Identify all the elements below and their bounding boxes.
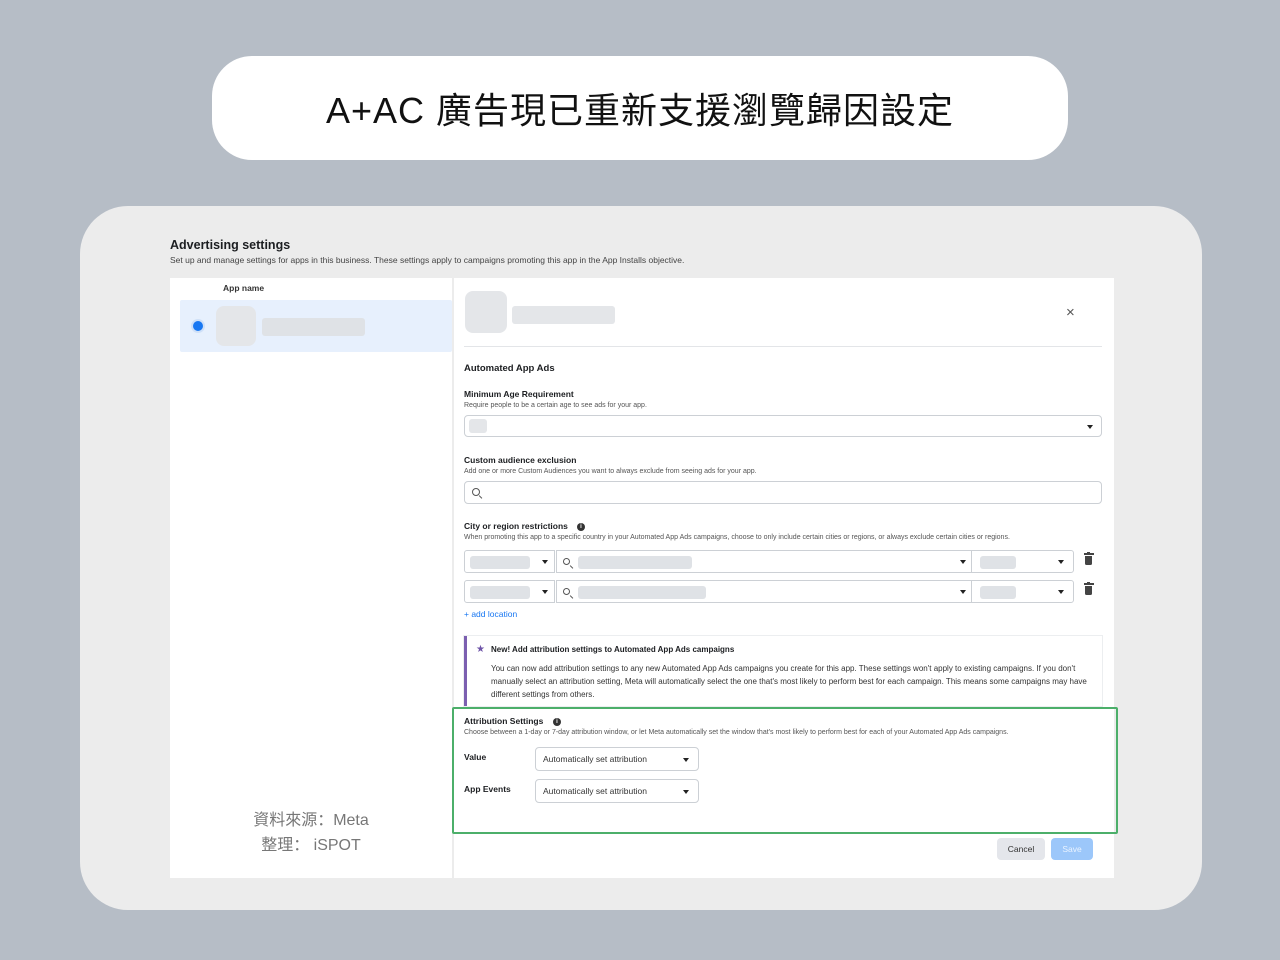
- min-age-value-placeholder: [469, 419, 487, 433]
- advertising-settings-page: Advertising settings Set up and manage s…: [170, 236, 1114, 878]
- app-events-attribution-dropdown[interactable]: Automatically set attribution: [535, 779, 699, 803]
- chevron-down-icon: [542, 560, 548, 564]
- trash-icon[interactable]: [1083, 551, 1094, 565]
- location-row: [464, 580, 1094, 603]
- value-label: Value: [464, 752, 487, 762]
- app-name-placeholder: [262, 318, 365, 336]
- chevron-down-icon: [960, 590, 966, 594]
- app-events-label: App Events: [464, 784, 511, 794]
- app-settings-panel: × Automated App Ads Minimum Age Requirem…: [454, 278, 1114, 878]
- add-location-link[interactable]: + add location: [464, 609, 517, 619]
- country-select[interactable]: [464, 550, 555, 573]
- notice-body: You can now add attribution settings to …: [491, 664, 1087, 699]
- chevron-down-icon: [960, 560, 966, 564]
- app-icon-placeholder: [216, 306, 256, 346]
- country-value-placeholder: [470, 556, 530, 569]
- mode-value-placeholder: [980, 556, 1016, 569]
- header-divider: [464, 346, 1102, 347]
- chevron-down-icon: [1058, 590, 1064, 594]
- trash-icon[interactable]: [1083, 581, 1094, 595]
- app-list-panel: App name 資料來源：Meta 整理： iSPOT: [170, 278, 452, 878]
- city-value-placeholder: [578, 586, 706, 599]
- min-age-select[interactable]: [464, 415, 1102, 437]
- save-button[interactable]: Save: [1051, 838, 1093, 860]
- custom-audience-description: Add one or more Custom Audiences you wan…: [464, 468, 757, 475]
- search-icon: [472, 488, 480, 496]
- app-events-attribution-selected: Automatically set attribution: [543, 786, 647, 796]
- custom-audience-label: Custom audience exclusion: [464, 455, 577, 465]
- banner-title: A+AC 廣告現已重新支援瀏覽歸因設定: [212, 56, 1068, 160]
- min-age-description: Require people to be a certain age to se…: [464, 402, 647, 409]
- mode-value-placeholder: [980, 586, 1016, 599]
- app-radio-selected[interactable]: [193, 321, 203, 331]
- app-header-icon-placeholder: [465, 291, 507, 333]
- value-attribution-selected: Automatically set attribution: [543, 754, 647, 764]
- city-value-placeholder: [578, 556, 692, 569]
- chevron-down-icon: [1087, 425, 1093, 429]
- star-icon: ★: [476, 644, 485, 655]
- page-title: Advertising settings: [170, 238, 291, 252]
- search-icon: [563, 588, 570, 595]
- app-name-column-header: App name: [223, 283, 265, 293]
- page-description: Set up and manage settings for apps in t…: [170, 255, 685, 265]
- search-icon: [563, 558, 570, 565]
- include-exclude-select[interactable]: [971, 580, 1074, 603]
- app-header-name-placeholder: [512, 306, 615, 324]
- city-region-description: When promoting this app to a specific co…: [464, 534, 1010, 541]
- min-age-label: Minimum Age Requirement: [464, 389, 574, 399]
- info-icon[interactable]: i: [577, 523, 585, 531]
- city-search-select[interactable]: [556, 550, 975, 573]
- value-attribution-dropdown[interactable]: Automatically set attribution: [535, 747, 699, 771]
- chevron-down-icon: [683, 790, 689, 794]
- custom-audience-search-input[interactable]: [464, 481, 1102, 504]
- section-title: Automated App Ads: [464, 363, 555, 374]
- cancel-button[interactable]: Cancel: [997, 838, 1045, 860]
- country-select[interactable]: [464, 580, 555, 603]
- attribution-settings-label: Attribution Settings: [464, 716, 544, 726]
- country-value-placeholder: [470, 586, 530, 599]
- notice-title: New! Add attribution settings to Automat…: [491, 645, 735, 654]
- chevron-down-icon: [542, 590, 548, 594]
- source-credit: 資料來源：Meta: [253, 812, 369, 829]
- city-region-label: City or region restrictions: [464, 521, 568, 531]
- chevron-down-icon: [1058, 560, 1064, 564]
- editor-credit: 整理： iSPOT: [261, 837, 361, 854]
- attribution-notice: ★ New! Add attribution settings to Autom…: [464, 636, 1102, 706]
- info-icon[interactable]: i: [553, 718, 561, 726]
- app-list-item-selected[interactable]: [180, 300, 452, 352]
- location-row: [464, 550, 1094, 573]
- chevron-down-icon: [683, 758, 689, 762]
- include-exclude-select[interactable]: [971, 550, 1074, 573]
- attribution-description: Choose between a 1-day or 7-day attribut…: [464, 729, 1009, 736]
- close-icon[interactable]: ×: [1066, 304, 1075, 321]
- city-search-select[interactable]: [556, 580, 975, 603]
